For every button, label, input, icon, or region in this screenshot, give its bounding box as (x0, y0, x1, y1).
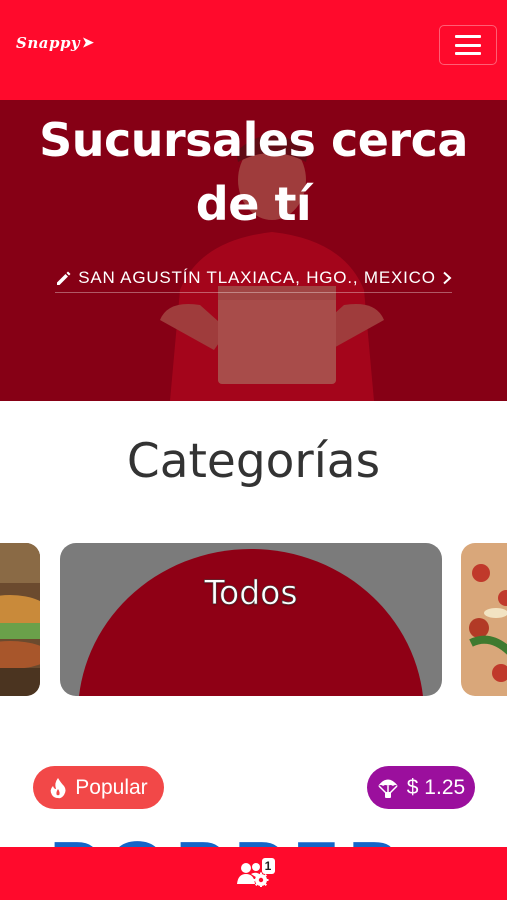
delivery-price-badge[interactable]: $ 1.25 (367, 766, 475, 809)
popular-badge[interactable]: Popular (33, 766, 164, 809)
category-card-next[interactable] (461, 543, 507, 696)
pizza-image (461, 543, 507, 696)
pencil-icon (57, 271, 71, 285)
brand-logo-text: Snappy (16, 34, 81, 52)
fire-icon (51, 777, 66, 798)
category-card-decoration (78, 549, 424, 696)
hamburger-menu-icon (455, 35, 481, 55)
chevron-right-icon (443, 271, 452, 285)
location-text: SAN AGUSTÍN TLAXIACA, HGO., MEXICO (78, 268, 436, 287)
categories-heading: Categorías (126, 434, 381, 489)
hero-banner: Sucursales cerca de tí SAN AGUSTÍN TLAXI… (0, 100, 507, 401)
category-carousel[interactable]: Todos (0, 543, 507, 696)
category-card-todos[interactable]: Todos (60, 543, 442, 696)
users-settings-button[interactable]: 1 (229, 854, 279, 894)
brand-logo[interactable]: Snappy ➤ (16, 34, 94, 52)
price-label: $ 1.25 (406, 775, 466, 799)
logo-arrow-icon: ➤ (82, 35, 95, 51)
location-link[interactable]: SAN AGUSTÍN TLAXIACA, HGO., MEXICO (55, 268, 452, 293)
menu-toggle-button[interactable] (439, 25, 497, 65)
location-selector[interactable]: SAN AGUSTÍN TLAXIACA, HGO., MEXICO (0, 268, 507, 293)
parachute-icon (377, 779, 398, 798)
food-image (0, 543, 40, 696)
bottom-action-bar: 1 (0, 847, 507, 900)
notification-count-badge: 1 (261, 857, 275, 874)
category-label: Todos (204, 573, 298, 613)
popular-label: Popular (75, 775, 148, 799)
top-navbar: Snappy ➤ (0, 0, 507, 100)
category-card-previous[interactable] (0, 543, 40, 696)
hero-title: Sucursales cerca de tí (39, 113, 468, 231)
